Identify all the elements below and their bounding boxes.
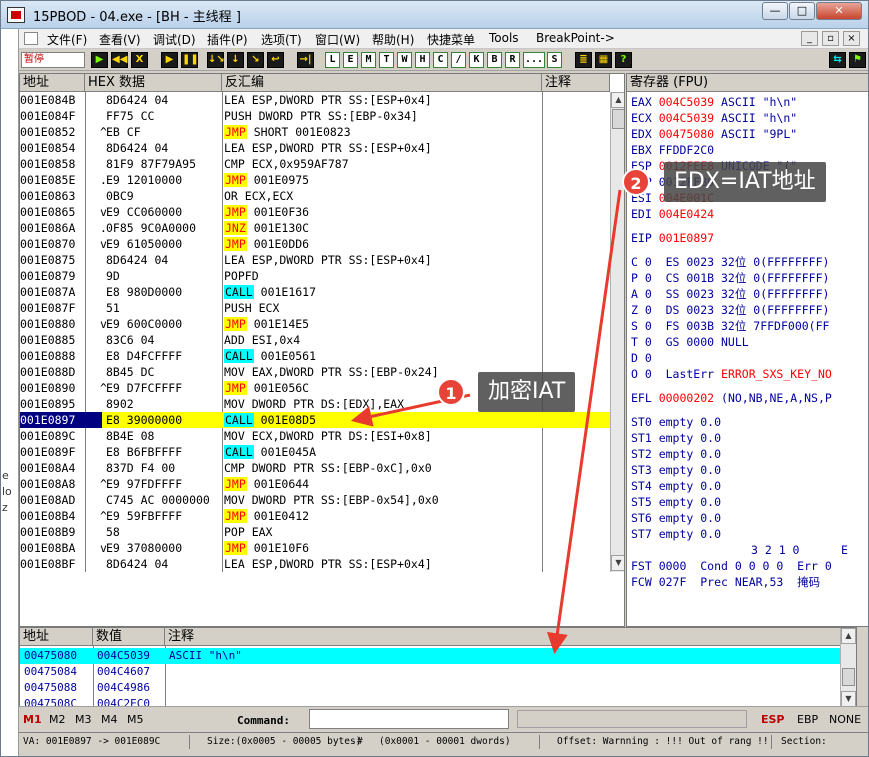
annotation-badge-1: 1	[437, 378, 465, 406]
annotation-callout-1: 加密IAT	[478, 372, 576, 412]
annotation-badge-2: 2	[622, 168, 650, 196]
annotation-arrows	[350, 189, 622, 655]
annotation-callout-2: EDX=IAT地址	[664, 162, 826, 202]
arrow-to-dump	[546, 189, 622, 655]
